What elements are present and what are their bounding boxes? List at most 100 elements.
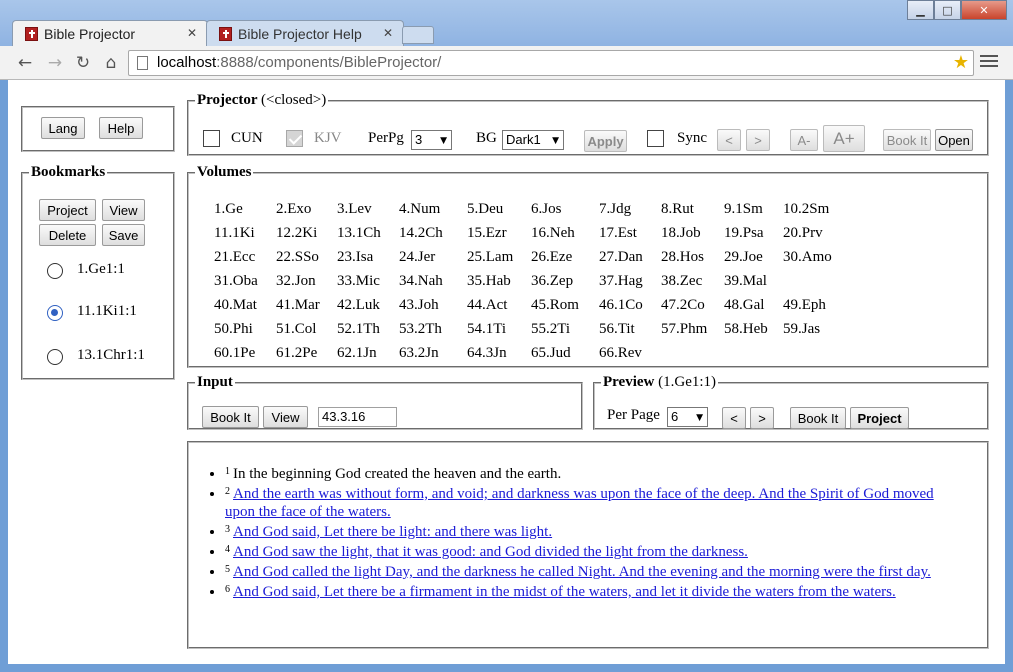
preview-prev-button[interactable]: < xyxy=(722,407,746,429)
volume-link[interactable]: 27.Dan xyxy=(599,249,643,266)
maximize-icon[interactable]: □ xyxy=(934,0,961,20)
close-tab-icon[interactable]: ✕ xyxy=(187,26,197,40)
volume-link[interactable]: 57.Phm xyxy=(661,321,707,338)
volume-link[interactable]: 35.Hab xyxy=(467,273,511,290)
volume-link[interactable]: 51.Col xyxy=(276,321,316,338)
projector-book-it-button[interactable]: Book It xyxy=(883,129,931,151)
bookmark-radio-2[interactable] xyxy=(47,305,63,321)
new-tab-button[interactable] xyxy=(402,26,434,44)
volume-link[interactable]: 2.Exo xyxy=(276,201,311,218)
volume-link[interactable]: 33.Mic xyxy=(337,273,380,290)
volume-link[interactable]: 54.1Ti xyxy=(467,321,506,338)
chrome-menu-icon[interactable] xyxy=(980,52,998,72)
minimize-icon[interactable]: ▁ xyxy=(907,0,934,20)
input-view-button[interactable]: View xyxy=(263,406,308,428)
back-arrow-icon[interactable]: ← xyxy=(14,52,36,74)
font-smaller-button[interactable]: A- xyxy=(790,129,818,151)
forward-arrow-icon[interactable]: → xyxy=(44,52,66,74)
volume-link[interactable]: 47.2Co xyxy=(661,297,705,314)
volume-link[interactable]: 45.Rom xyxy=(531,297,579,314)
volume-link[interactable]: 36.Zep xyxy=(531,273,573,290)
verse-link[interactable]: And God said, Let there be a firmament i… xyxy=(233,584,896,600)
volume-link[interactable]: 20.Prv xyxy=(783,225,823,242)
bookmark-radio-1[interactable] xyxy=(47,263,63,279)
volume-link[interactable]: 13.1Ch xyxy=(337,225,381,242)
volume-link[interactable]: 18.Job xyxy=(661,225,701,242)
close-tab-icon[interactable]: ✕ xyxy=(383,26,393,40)
volume-link[interactable]: 12.2Ki xyxy=(276,225,317,242)
volume-link[interactable]: 38.Zec xyxy=(661,273,702,290)
sync-checkbox[interactable] xyxy=(647,130,664,147)
per-page-select[interactable]: 6 xyxy=(667,407,708,427)
volume-link[interactable]: 32.Jon xyxy=(276,273,316,290)
volume-link[interactable]: 29.Joe xyxy=(724,249,763,266)
volume-link[interactable]: 39.Mal xyxy=(724,273,767,290)
cun-checkbox[interactable] xyxy=(203,130,220,147)
projector-open-button[interactable]: Open xyxy=(935,129,973,151)
volume-link[interactable]: 58.Heb xyxy=(724,321,768,338)
volume-link[interactable]: 11.1Ki xyxy=(214,225,255,242)
volume-link[interactable]: 41.Mar xyxy=(276,297,320,314)
volume-link[interactable]: 48.Gal xyxy=(724,297,764,314)
volume-link[interactable]: 30.Amo xyxy=(783,249,832,266)
volume-link[interactable]: 26.Eze xyxy=(531,249,572,266)
font-larger-button[interactable]: A+ xyxy=(823,125,865,152)
home-icon[interactable]: ⌂ xyxy=(100,52,122,74)
volume-link[interactable]: 16.Neh xyxy=(531,225,575,242)
projector-prev-button[interactable]: < xyxy=(717,129,741,151)
volume-link[interactable]: 53.2Th xyxy=(399,321,442,338)
bg-select[interactable]: Dark1 xyxy=(502,130,564,150)
tab-bible-projector-help[interactable]: Bible Projector Help ✕ xyxy=(206,20,404,46)
volume-link[interactable]: 6.Jos xyxy=(531,201,561,218)
volume-link[interactable]: 1.Ge xyxy=(214,201,243,218)
reference-input[interactable]: 43.3.16 xyxy=(318,407,397,427)
perpg-select[interactable]: 3 xyxy=(411,130,452,150)
projector-next-button[interactable]: > xyxy=(746,129,770,151)
volume-link[interactable]: 15.Ezr xyxy=(467,225,507,242)
volume-link[interactable]: 10.2Sm xyxy=(783,201,829,218)
volume-link[interactable]: 49.Eph xyxy=(783,297,826,314)
address-bar[interactable]: localhost:8888/components/BibleProjector… xyxy=(128,50,974,76)
apply-button[interactable]: Apply xyxy=(584,130,627,152)
volume-link[interactable]: 23.Isa xyxy=(337,249,373,266)
volume-link[interactable]: 62.1Jn xyxy=(337,345,377,362)
volume-link[interactable]: 64.3Jn xyxy=(467,345,507,362)
volume-link[interactable]: 21.Ecc xyxy=(214,249,255,266)
volume-link[interactable]: 46.1Co xyxy=(599,297,643,314)
volume-link[interactable]: 4.Num xyxy=(399,201,440,218)
verse-link[interactable]: And God said, Let there be light: and th… xyxy=(233,524,552,540)
preview-next-button[interactable]: > xyxy=(750,407,774,429)
volume-link[interactable]: 50.Phi xyxy=(214,321,253,338)
bookmark-star-icon[interactable]: ★ xyxy=(953,51,969,75)
volume-link[interactable]: 22.SSo xyxy=(276,249,319,266)
help-button[interactable]: Help xyxy=(99,117,143,139)
volume-link[interactable]: 52.1Th xyxy=(337,321,380,338)
bookmark-radio-3[interactable] xyxy=(47,349,63,365)
volume-link[interactable]: 55.2Ti xyxy=(531,321,570,338)
volume-link[interactable]: 7.Jdg xyxy=(599,201,631,218)
volume-link[interactable]: 34.Nah xyxy=(399,273,443,290)
volume-link[interactable]: 17.Est xyxy=(599,225,637,242)
volume-link[interactable]: 19.Psa xyxy=(724,225,764,242)
volume-link[interactable]: 37.Hag xyxy=(599,273,643,290)
bookmark-save-button[interactable]: Save xyxy=(102,224,145,246)
volume-link[interactable]: 44.Act xyxy=(467,297,507,314)
bookmark-delete-button[interactable]: Delete xyxy=(39,224,96,246)
volume-link[interactable]: 31.Oba xyxy=(214,273,258,290)
verse-link[interactable]: And God saw the light, that it was good:… xyxy=(233,544,748,560)
lang-button[interactable]: Lang xyxy=(41,117,85,139)
volume-link[interactable]: 25.Lam xyxy=(467,249,513,266)
volume-link[interactable]: 28.Hos xyxy=(661,249,704,266)
volume-link[interactable]: 5.Deu xyxy=(467,201,503,218)
volume-link[interactable]: 61.2Pe xyxy=(276,345,317,362)
verse-link[interactable]: And the earth was without form, and void… xyxy=(225,486,934,520)
reload-icon[interactable]: ↻ xyxy=(72,52,94,74)
volume-link[interactable]: 43.Joh xyxy=(399,297,439,314)
bookmark-project-button[interactable]: Project xyxy=(39,199,96,221)
volume-link[interactable]: 40.Mat xyxy=(214,297,257,314)
volume-link[interactable]: 14.2Ch xyxy=(399,225,443,242)
bookmark-view-button[interactable]: View xyxy=(102,199,145,221)
input-book-it-button[interactable]: Book It xyxy=(202,406,259,428)
volume-link[interactable]: 42.Luk xyxy=(337,297,380,314)
volume-link[interactable]: 3.Lev xyxy=(337,201,372,218)
